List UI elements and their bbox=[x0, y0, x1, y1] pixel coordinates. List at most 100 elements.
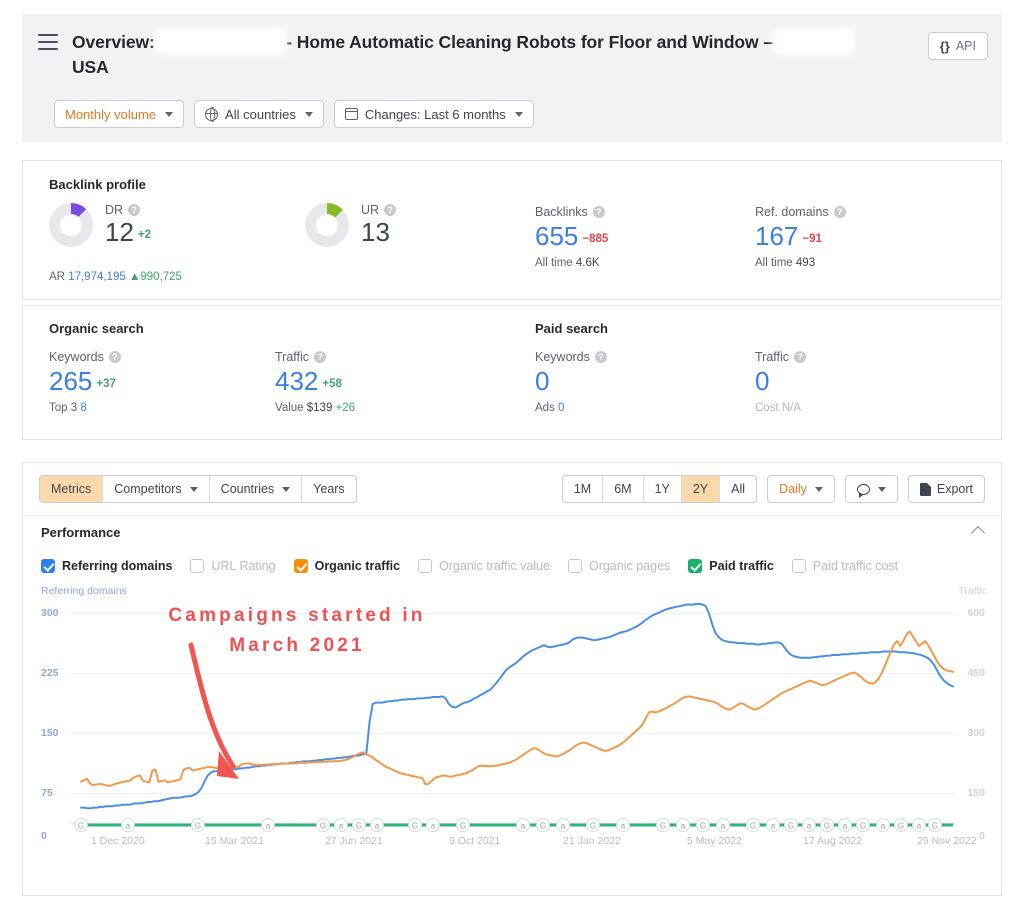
countries-dropdown[interactable]: All countries bbox=[194, 100, 324, 128]
time-range-group: 1M 6M 1Y 2Y All bbox=[562, 475, 757, 503]
legend-url-rating[interactable]: URL Rating bbox=[190, 559, 275, 573]
organic-keywords-value: 265 bbox=[49, 366, 92, 396]
ar-row: AR 17,974,195 ▲990,725 bbox=[49, 271, 182, 283]
document-icon bbox=[920, 483, 931, 496]
help-icon[interactable]: ? bbox=[834, 206, 846, 218]
chevron-down-icon bbox=[282, 487, 290, 492]
xtick-6: 17 Aug 2022 bbox=[803, 835, 862, 847]
event-marker-glyph: a bbox=[621, 822, 626, 831]
checkbox-organic-pages[interactable] bbox=[568, 559, 582, 573]
api-button[interactable]: {} API bbox=[928, 32, 988, 60]
legend-organic-traffic[interactable]: Organic traffic bbox=[294, 559, 400, 573]
granularity-label: Daily bbox=[779, 482, 807, 496]
tab-countries[interactable]: Countries bbox=[210, 476, 303, 502]
hamburger-icon[interactable] bbox=[38, 34, 58, 50]
checkbox-organic-traffic-value[interactable] bbox=[418, 559, 432, 573]
help-icon[interactable]: ? bbox=[109, 351, 121, 363]
organic-traffic-value: 432 bbox=[275, 366, 318, 396]
page-title-middle: - Home Automatic Cleaning Robots for Flo… bbox=[286, 32, 773, 52]
event-marker-glyph: G bbox=[788, 822, 794, 831]
organic-keywords-label: Keywords bbox=[49, 350, 104, 364]
legend-referring-domains-label: Referring domains bbox=[62, 559, 172, 573]
help-icon[interactable]: ? bbox=[384, 204, 396, 216]
organic-keywords-sub-value: 8 bbox=[80, 402, 86, 414]
help-icon[interactable]: ? bbox=[595, 351, 607, 363]
changes-label: Changes: Last 6 months bbox=[365, 107, 506, 122]
event-marker-glyph: G bbox=[460, 822, 466, 831]
notes-dropdown[interactable] bbox=[845, 475, 898, 503]
tab-countries-label: Countries bbox=[221, 482, 275, 496]
help-icon[interactable]: ? bbox=[128, 204, 140, 216]
export-inner[interactable]: Export bbox=[909, 476, 984, 502]
monthly-volume-dropdown[interactable]: Monthly volume bbox=[54, 100, 184, 128]
ref-domains-label: Ref. domains bbox=[755, 205, 829, 219]
event-marker-glyph: a bbox=[126, 822, 131, 831]
paid-search-heading: Paid search bbox=[535, 321, 608, 336]
paid-traffic-label: Traffic bbox=[755, 350, 789, 364]
event-marker-glyph: a bbox=[375, 822, 380, 831]
organic-traffic-value-row: 432+58 bbox=[275, 366, 355, 396]
backlinks-label: Backlinks bbox=[535, 205, 588, 219]
notes-inner[interactable] bbox=[846, 476, 897, 502]
organic-traffic-sub-label: Value bbox=[275, 402, 304, 414]
range-1y[interactable]: 1Y bbox=[644, 476, 682, 502]
legend-organic-traffic-value[interactable]: Organic traffic value bbox=[418, 559, 550, 573]
paid-keywords-value: 0 bbox=[535, 366, 549, 396]
event-marker-glyph: G bbox=[590, 822, 596, 831]
annotation-line-2: March 2021 bbox=[229, 635, 365, 656]
organic-keywords-metric: Keywords ? 265+37 Top 3 8 bbox=[49, 350, 121, 414]
backlinks-value-row: 655−885 bbox=[535, 221, 608, 251]
legend-paid-traffic[interactable]: Paid traffic bbox=[688, 559, 774, 573]
paid-keywords-label: Keywords bbox=[535, 350, 590, 364]
ur-donut-chart bbox=[305, 203, 349, 247]
ar-label: AR bbox=[49, 271, 65, 283]
help-icon[interactable]: ? bbox=[593, 206, 605, 218]
event-marker-glyph: a bbox=[843, 822, 848, 831]
chevron-down-icon bbox=[165, 112, 173, 117]
tab-competitors[interactable]: Competitors bbox=[103, 476, 209, 502]
chart-view-tabs: Metrics Competitors Countries Years bbox=[39, 475, 357, 503]
chevron-down-icon bbox=[305, 112, 313, 117]
range-2y-label: 2Y bbox=[693, 482, 708, 496]
page-header: Overview: - Home Automatic Cleaning Robo… bbox=[22, 14, 1002, 86]
legend-organic-pages[interactable]: Organic pages bbox=[568, 559, 670, 573]
performance-section-header[interactable]: Performance bbox=[23, 515, 1001, 549]
range-all[interactable]: All bbox=[720, 476, 756, 502]
paid-keywords-label-row: Keywords ? bbox=[535, 350, 607, 364]
checkbox-referring-domains[interactable] bbox=[41, 559, 55, 573]
checkbox-organic-traffic[interactable] bbox=[294, 559, 308, 573]
tab-years[interactable]: Years bbox=[302, 476, 356, 502]
dr-value-row: 12+2 bbox=[105, 217, 151, 247]
legend-referring-domains[interactable]: Referring domains bbox=[41, 559, 172, 573]
organic-search-heading: Organic search bbox=[49, 321, 144, 336]
export-button[interactable]: Export bbox=[908, 475, 985, 503]
legend-paid-traffic-cost[interactable]: Paid traffic cost bbox=[792, 559, 898, 573]
tab-metrics[interactable]: Metrics bbox=[40, 476, 103, 502]
range-2y[interactable]: 2Y bbox=[682, 476, 720, 502]
changes-dropdown[interactable]: Changes: Last 6 months bbox=[334, 100, 534, 128]
dr-donut-chart bbox=[49, 203, 93, 247]
chevron-up-icon[interactable] bbox=[971, 525, 985, 539]
event-marker-glyph: G bbox=[860, 822, 866, 831]
tab-years-label: Years bbox=[313, 482, 345, 496]
range-1m[interactable]: 1M bbox=[563, 476, 603, 502]
page-title-suffix: USA bbox=[72, 57, 109, 77]
checkbox-url-rating[interactable] bbox=[190, 559, 204, 573]
granularity-dropdown[interactable]: Daily bbox=[767, 475, 835, 503]
ref-domains-sub-value: 493 bbox=[796, 257, 815, 269]
granularity-inner[interactable]: Daily bbox=[768, 476, 834, 502]
ref-domains-value-row: 167−91 bbox=[755, 221, 846, 251]
xtick-3: 9 Oct 2021 bbox=[449, 835, 500, 847]
event-marker-glyph: a bbox=[431, 822, 436, 831]
ur-value: 13 bbox=[361, 217, 396, 247]
checkbox-paid-traffic-cost[interactable] bbox=[792, 559, 806, 573]
range-6m[interactable]: 6M bbox=[603, 476, 643, 502]
countries-label: All countries bbox=[225, 107, 296, 122]
performance-chart-card: Metrics Competitors Countries Years 1M 6… bbox=[22, 462, 1002, 896]
paid-traffic-sub-value: N/A bbox=[782, 402, 801, 414]
checkbox-paid-traffic[interactable] bbox=[688, 559, 702, 573]
help-icon[interactable]: ? bbox=[794, 351, 806, 363]
chevron-down-icon bbox=[515, 112, 523, 117]
help-icon[interactable]: ? bbox=[314, 351, 326, 363]
range-all-label: All bbox=[731, 482, 745, 496]
